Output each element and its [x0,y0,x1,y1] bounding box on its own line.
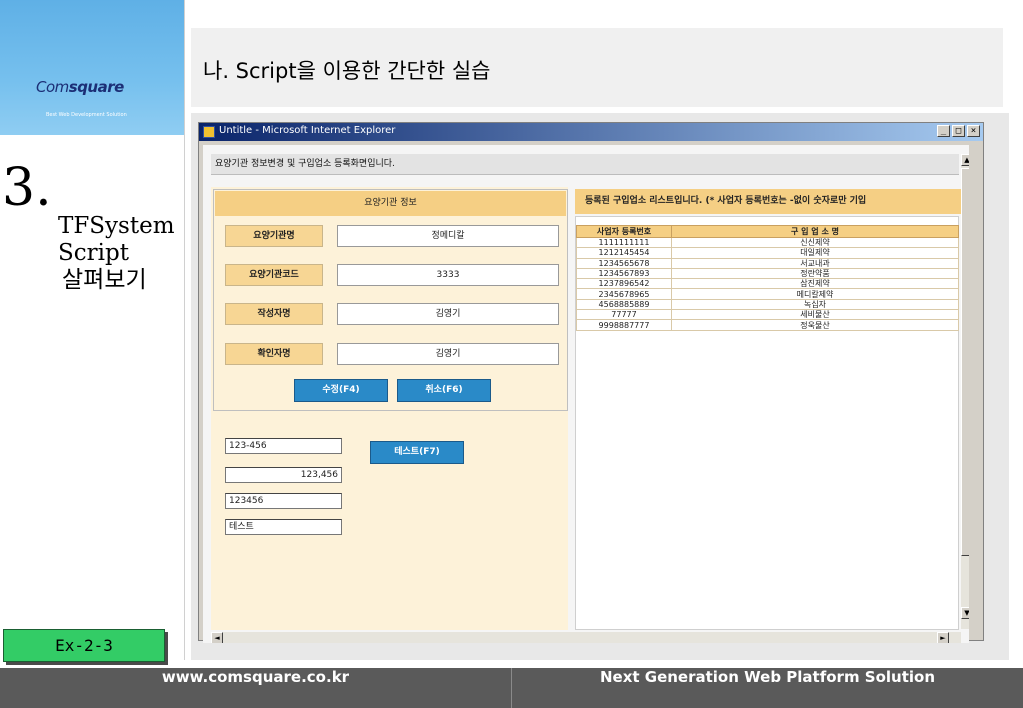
agency-code-field[interactable]: 3333 [337,264,559,286]
page-header: 요양기관 정보변경 및 구입업소 등록화면입니다. [211,154,959,175]
vendor-cell: 대일제약 [671,247,959,259]
browser-title: Untitle - Microsoft Internet Explorer [219,125,396,136]
info-box [213,189,568,411]
table-row[interactable]: 1212145454 대일제약 [576,247,959,259]
logo-panel: Comsquare Best Web Development Solution [0,0,184,135]
table-row[interactable]: 1234565678 서교내과 [576,257,959,269]
vendor-cell: 서교내과 [671,257,959,269]
minimize-button[interactable]: _ [937,125,950,137]
slide: Comsquare Best Web Development Solution … [0,0,1023,708]
logo-square: square [68,78,125,96]
vendor-table: 사업자 등록번호 구 입 업 소 명 1111111111 신신제약 1212145… [576,225,959,331]
approver-field[interactable]: 김영기 [337,343,559,365]
bizno-cell: 4568885889 [576,298,672,311]
divider [184,0,185,660]
scroll-thumb[interactable] [961,168,969,556]
list-title: 등록된 구입업소 리스트입니다. (* 사업자 등록번호는 -없이 숫자로만 기… [575,189,961,214]
browser-content: 요양기관 정보변경 및 구입업소 등록화면입니다. 요양기관 정보 요양기관명 … [203,145,969,643]
table-row[interactable]: 1237896542 삼진제약 [576,278,959,290]
table-row[interactable]: 9998887777 정욱물산 [576,319,959,331]
ie-icon [203,126,215,138]
cancel-button[interactable]: 취소(F6) [397,379,491,402]
section-title: TFSystem Script 살펴보기 [58,213,175,294]
table-row[interactable]: 2345678965 메디칼제약 [576,288,959,300]
bizno-cell: 1237896542 [576,278,672,290]
scroll-down-arrow-icon[interactable]: ▼ [961,607,969,619]
vendor-cell: 신신제약 [671,236,959,249]
label-agency-code: 요양기관코드 [225,264,323,286]
table-header-row: 사업자 등록번호 구 입 업 소 명 [576,225,959,238]
test-input-number[interactable]: 123,456 [225,467,342,483]
vendor-cell: 정란약품 [671,267,959,280]
table-row[interactable]: 4568885889 녹십자 [576,298,959,311]
footer-tagline: Next Generation Web Platform Solution [599,668,936,686]
agency-name-field[interactable]: 정메디칼 [337,225,559,247]
column-header-bizno: 사업자 등록번호 [576,225,672,238]
column-header-vendor: 구 입 업 소 명 [671,225,959,238]
maximize-button[interactable]: □ [952,125,965,137]
horizontal-scrollbar[interactable]: ◄ ► [211,632,961,643]
edit-button[interactable]: 수정(F4) [294,379,388,402]
vendor-cell: 세비물산 [671,309,959,321]
example-button[interactable]: Ex-2-3 [3,629,165,662]
test-input-digits[interactable]: 123456 [225,493,342,509]
bizno-cell: 1212145454 [576,247,672,259]
section-number: 3. [2,158,52,218]
bizno-cell: 9998887777 [576,319,672,331]
browser-window: Untitle - Microsoft Internet Explorer _ … [198,122,984,643]
vendor-cell: 정욱물산 [671,319,959,331]
table-row[interactable]: 1234567893 정란약품 [576,267,959,280]
logo-tagline: Best Web Development Solution [46,112,127,118]
vendor-cell: 메디칼제약 [671,288,959,300]
company-logo: Comsquare [36,78,124,96]
bizno-cell: 1234567893 [576,267,672,280]
browser-titlebar[interactable]: Untitle - Microsoft Internet Explorer _ … [199,123,983,141]
scroll-up-arrow-icon[interactable]: ▲ [961,154,969,166]
label-agency-name: 요양기관명 [225,225,323,247]
window-controls: _ □ × [937,125,980,137]
test-input-text[interactable]: 테스트 [225,519,342,535]
bizno-cell: 2345678965 [576,288,672,300]
label-author: 작성자명 [225,303,323,325]
close-button[interactable]: × [967,125,980,137]
section-title-line: Script [58,240,129,266]
scroll-right-arrow-icon[interactable]: ► [937,632,949,643]
info-title: 요양기관 정보 [215,191,566,216]
footer-website[interactable]: www.comsquare.co.kr [0,668,511,708]
vertical-scrollbar[interactable]: ▲ ▼ [961,154,969,629]
vendor-cell: 녹십자 [671,298,959,311]
author-field[interactable]: 김영기 [337,303,559,325]
vendor-cell: 삼진제약 [671,278,959,290]
section-title-line: 살펴보기 [62,267,147,293]
bizno-cell: 77777 [576,309,672,321]
logo-com: Com [36,78,69,96]
section-title-line: TFSystem [58,213,175,239]
table-row[interactable]: 77777 세비물산 [576,309,959,321]
label-approver: 확인자명 [225,343,323,365]
scroll-left-arrow-icon[interactable]: ◄ [211,632,223,643]
bizno-cell: 1234565678 [576,257,672,269]
page-title: 나. Script을 이용한 간단한 실습 [203,59,491,83]
test-input-zip[interactable]: 123-456 [225,438,342,454]
bizno-cell: 1111111111 [576,236,672,249]
table-row[interactable]: 1111111111 신신제약 [576,236,959,249]
test-button[interactable]: 테스트(F7) [370,441,464,464]
